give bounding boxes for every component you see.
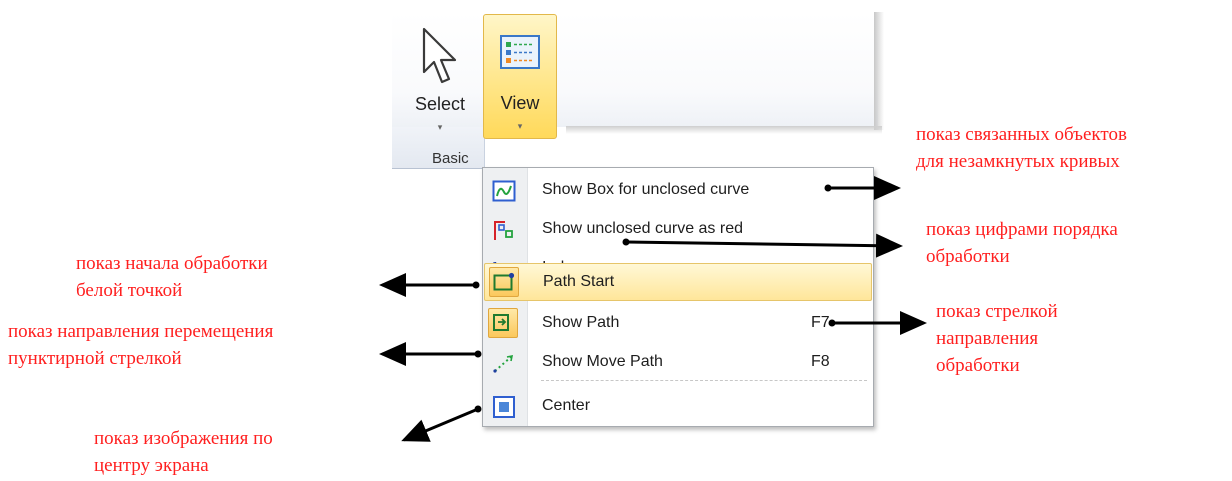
annotation-move-path: показ направления перемещения пунктирной… [8, 318, 273, 372]
annotation-line: для незамкнутых кривых [916, 151, 1120, 172]
annotation-line: показ направления перемещения [8, 321, 274, 342]
annotation-line: обработки [926, 246, 1010, 267]
annotation-line: показ цифрами порядка [926, 219, 1118, 240]
annotation-line: показ связанных объектов [916, 124, 1127, 145]
annotation-center: показ изображения по центру экрана [94, 425, 273, 479]
annotation-line: направления [936, 328, 1039, 349]
annotation-line: показ стрелкой [936, 301, 1058, 322]
annotation-path-start: показ начала обработки белой точкой [76, 250, 268, 304]
annotation-line: пунктирной стрелкой [8, 348, 182, 369]
annotation-line: обработки [936, 355, 1020, 376]
annotation-show-path: показ стрелкой направления обработки [936, 298, 1058, 379]
annotation-line: показ начала обработки [76, 253, 268, 274]
annotation-line: белой точкой [76, 280, 183, 301]
annotation-index: показ цифрами порядка обработки [926, 216, 1118, 270]
annotation-line: показ изображения по [94, 428, 273, 449]
annotation-box-unclosed: показ связанных объектов для незамкнутых… [916, 121, 1127, 175]
annotation-line: центру экрана [94, 455, 209, 476]
